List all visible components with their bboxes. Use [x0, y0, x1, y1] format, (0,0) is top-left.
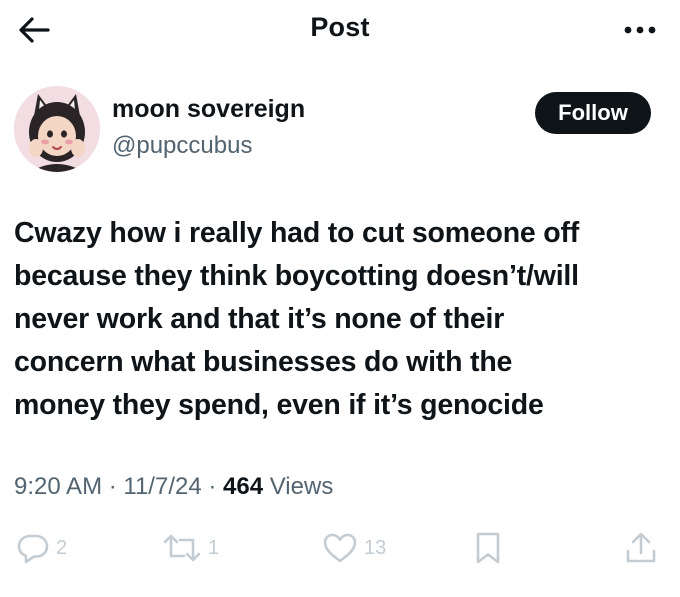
meta-separator: ·	[201, 473, 224, 500]
avatar[interactable]	[14, 86, 100, 172]
share-icon	[626, 532, 656, 563]
like-button[interactable]: 13	[322, 528, 386, 568]
post-text: Cwazy how i really had to cut someone of…	[14, 217, 580, 421]
post-meta: 9:20 AM · 11/7/24 · 464 Views	[14, 473, 333, 501]
views-label: Views	[269, 473, 334, 500]
repost-button[interactable]: 1	[162, 528, 219, 568]
more-button[interactable]	[618, 12, 662, 48]
heart-icon	[323, 533, 357, 563]
follow-button[interactable]: Follow	[535, 92, 651, 134]
meta-separator: ·	[102, 473, 124, 500]
post-date[interactable]: 11/7/24	[123, 473, 201, 500]
post-time[interactable]: 9:20 AM	[14, 473, 102, 500]
share-button[interactable]	[624, 528, 658, 568]
action-bar: 2 1 13	[0, 528, 680, 572]
more-horizontal-icon	[624, 26, 656, 34]
repost-icon	[163, 534, 201, 562]
page-title: Post	[310, 12, 370, 42]
reply-icon	[17, 534, 49, 564]
like-count: 13	[364, 536, 387, 559]
bookmark-button[interactable]	[474, 528, 502, 568]
top-bar: Post	[0, 0, 680, 60]
views-count: 464	[223, 473, 264, 500]
avatar-image	[14, 86, 100, 172]
bookmark-icon	[476, 532, 500, 564]
reply-button[interactable]: 2	[16, 528, 67, 568]
reply-count: 2	[56, 536, 68, 559]
repost-count: 1	[208, 536, 220, 559]
author-handle[interactable]: @pupccubus	[112, 132, 252, 160]
author-display-name[interactable]: moon sovereign	[112, 95, 305, 124]
